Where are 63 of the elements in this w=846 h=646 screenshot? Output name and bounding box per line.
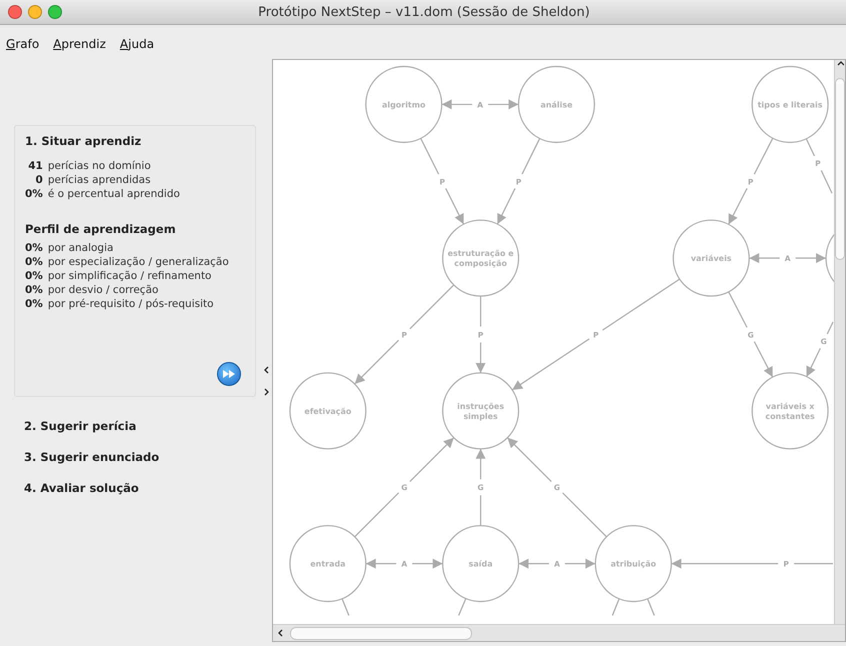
scroll-up-icon[interactable]: [836, 60, 844, 68]
close-button[interactable]: [8, 5, 22, 19]
node-label: efetivação: [304, 406, 352, 416]
scroll-left-icon[interactable]: [277, 629, 284, 637]
step-title[interactable]: 3. Sugerir enunciado: [24, 450, 256, 464]
graph-node[interactable]: [289, 372, 366, 450]
section-title: Perfil de aprendizagem: [25, 222, 177, 236]
graph-node[interactable]: [594, 525, 672, 602]
fast-forward-icon: [223, 370, 236, 378]
graph-node[interactable]: [289, 525, 366, 602]
vertical-scrollbar[interactable]: [834, 60, 845, 624]
edge-arrow: [806, 322, 834, 377]
node-label: variáveis x constantes: [765, 402, 815, 421]
window-title: Protótipo NextStep – v11.dom (Sessão de Sheldon): [258, 4, 591, 20]
stat-label: por analogia: [48, 242, 114, 254]
stat-label: perícias aprendidas: [48, 174, 152, 186]
stat-value: 0%: [25, 188, 43, 200]
horizontal-scrollbar[interactable]: [273, 624, 845, 641]
stat-value: 0%: [25, 284, 43, 296]
stat-label: por pré-requisito / pós-requisito: [48, 298, 215, 310]
node-label: tipos e literais: [758, 100, 823, 110]
node-label: estruturação e composição: [448, 249, 514, 268]
stat-label: por simplificação / refinamento: [48, 270, 212, 282]
edge-line: [612, 598, 620, 616]
edge-line: [647, 598, 655, 616]
step-title[interactable]: 2. Sugerir perícia: [24, 419, 256, 433]
graph-node[interactable]: [672, 220, 750, 297]
stat-label: por especialização / generalização: [48, 256, 230, 268]
zoom-button[interactable]: [48, 5, 62, 19]
node-label: variáveis: [690, 254, 732, 264]
graph-node[interactable]: [752, 66, 829, 143]
edge-line: [342, 598, 350, 616]
menu-item[interactable]: Aprendiz: [53, 37, 106, 59]
stat-label: perícias no domínio: [48, 160, 152, 172]
stat-label: por desvio / correção: [48, 284, 160, 296]
menu-item[interactable]: Ajuda: [120, 37, 154, 59]
edge-line: [458, 598, 466, 616]
node-label: entrada: [310, 560, 346, 569]
stat-value: 41: [27, 160, 43, 172]
stat-value: 0%: [25, 256, 43, 268]
graph-node[interactable]: [442, 525, 520, 602]
step-title[interactable]: 1. Situar aprendiz: [25, 134, 246, 148]
forward-button[interactable]: [217, 362, 242, 386]
stat-value: 0: [34, 174, 43, 186]
menu-item[interactable]: Grafo: [6, 37, 40, 59]
stat-value: 0%: [25, 242, 43, 254]
node-label: algoritmo: [382, 100, 426, 110]
expand-right-icon[interactable]: [262, 388, 270, 396]
node-label: análise: [540, 100, 573, 110]
graph-node[interactable]: [518, 66, 596, 143]
graph-node[interactable]: [365, 66, 442, 143]
stat-value: 0%: [25, 298, 43, 310]
graph-node[interactable]: [752, 372, 829, 450]
step-title[interactable]: 4. Avaliar solução: [24, 481, 256, 495]
node-label: saída: [468, 560, 493, 569]
node-label: atribuição: [610, 560, 656, 569]
stat-label: é o percentual aprendido: [48, 188, 181, 200]
node-label: instruções simples: [457, 402, 504, 421]
stat-value: 0%: [25, 270, 43, 282]
graph-node[interactable]: [442, 220, 520, 297]
collapse-left-icon[interactable]: [262, 366, 270, 374]
minimize-button[interactable]: [28, 5, 42, 19]
graph-node[interactable]: [442, 372, 520, 450]
